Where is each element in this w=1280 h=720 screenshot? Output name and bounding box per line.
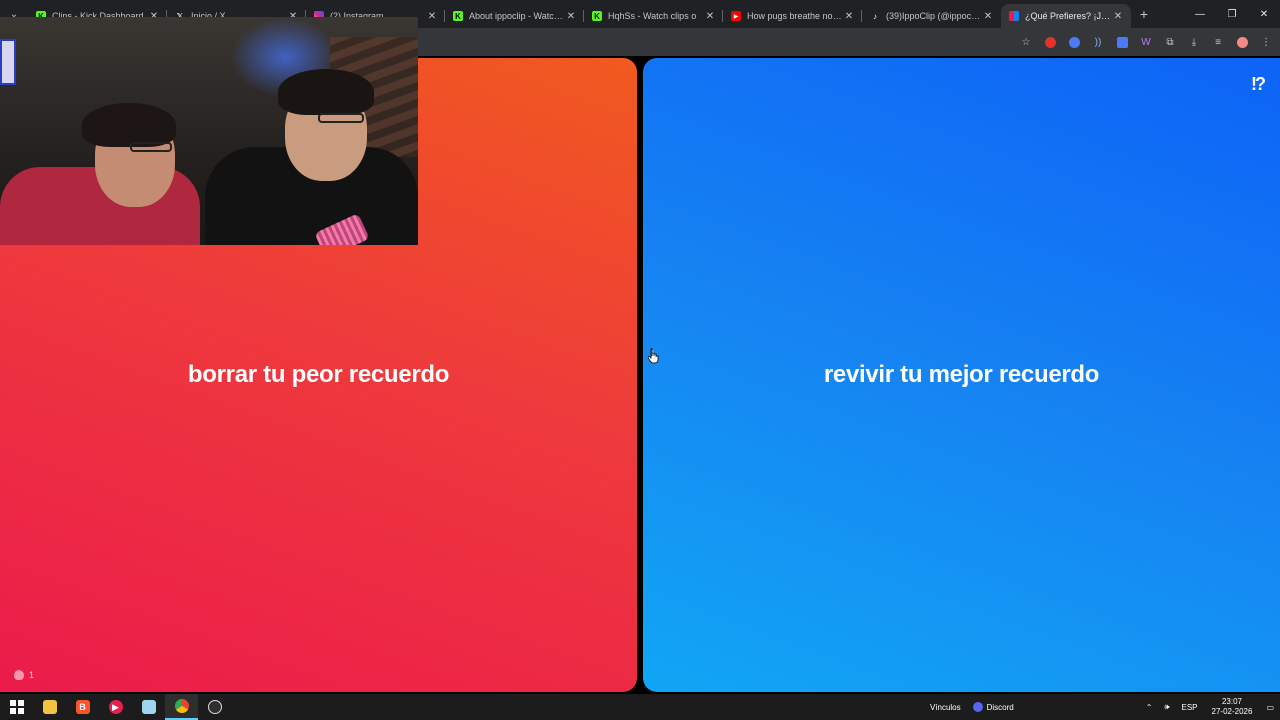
toolbar-actions: ☆ )) W ⧉ ⤓ ≡ ⋮ [1018,28,1274,56]
option-left-text: borrar tu peor recuerdo [187,361,450,388]
close-icon[interactable]: ✕ [842,11,856,22]
tab-title: (39)IppoClip (@ippoclip) [886,11,981,21]
option-right-card[interactable]: revivir tu mejor recuerdo !? [643,58,1280,692]
close-icon[interactable]: ✕ [425,11,439,22]
taskbar-clock[interactable]: 23:07 27-02-2026 [1204,697,1261,717]
site-logo[interactable]: !? [1251,74,1266,95]
translate-icon[interactable] [1114,34,1130,50]
new-tab-button[interactable]: + [1131,6,1157,22]
webcam-person-right-glasses [318,113,364,123]
windows-start-icon[interactable] [0,694,33,720]
links-toolbar[interactable]: Vínculos [924,703,967,712]
discord-label: Discord [986,702,1014,712]
close-icon[interactable]: ✕ [1111,11,1125,22]
flame-icon [14,670,24,680]
tab-title: ¿Qué Prefieres? ¡Juega en [1025,11,1111,21]
obs-studio-icon[interactable] [198,694,231,720]
tiktok-icon: ♪ [870,11,880,21]
tab-about-ippoclip[interactable]: K About ippoclip - Watch L ✕ [445,4,584,28]
kick-icon: K [592,11,602,21]
windows-taskbar: B ▶ Vínculos Discord ⌃ 🕪 ESP 23:07 27-02… [0,694,1280,720]
extension-blue-icon[interactable] [1066,34,1082,50]
restore-icon[interactable]: ❐ [1216,0,1248,28]
input-language[interactable]: ESP [1176,703,1204,712]
close-icon[interactable]: ✕ [564,11,578,22]
extension-audio-icon[interactable]: )) [1090,34,1106,50]
quepreferes-icon [1009,11,1019,21]
brave-browser-icon[interactable]: B [66,694,99,720]
like-count: 1 [29,670,35,680]
webcam-person-right-hair [278,69,374,115]
close-icon[interactable]: ✕ [703,11,717,22]
notifications-icon[interactable]: ▭ [1260,703,1280,712]
tab-title: About ippoclip - Watch L [469,11,564,21]
extensions-puzzle-icon[interactable]: ⧉ [1162,34,1178,50]
download-icon[interactable]: ⤓ [1186,34,1202,50]
file-explorer-icon[interactable] [33,694,66,720]
like-counter[interactable]: 1 [14,670,34,680]
window-controls: — ❐ ✕ [1184,0,1280,28]
clock-time: 23:07 [1221,697,1242,706]
discord-icon [972,702,983,712]
screen: ⌄ K Clips - Kick Dashboard ✕ 𝕏 Inicio / … [0,0,1280,720]
tab-que-prefieres[interactable]: ¿Qué Prefieres? ¡Juega en ✕ [1001,4,1131,28]
webcam-person-left-hair [82,103,176,147]
tray-overflow-chevron-icon[interactable]: ⌃ [1140,703,1159,712]
clock-date: 27-02-2026 [1211,707,1253,716]
notes-app-icon[interactable] [132,694,165,720]
system-tray: Vínculos Discord ⌃ 🕪 ESP 23:07 27-02-202… [924,694,1280,720]
bookmark-star-icon[interactable]: ☆ [1018,34,1034,50]
webcam-person-left-glasses [130,142,172,152]
tab-title: How pugs breathe norma [747,11,842,21]
close-icon[interactable]: ✕ [981,11,995,22]
tab-tiktok[interactable]: ♪ (39)IppoClip (@ippoclip) ✕ [862,4,1001,28]
webcam-side-widget [0,39,16,85]
volume-icon[interactable]: 🕪 [1158,702,1175,712]
hand-cursor-icon [648,348,659,364]
menu-kebab-icon[interactable]: ⋮ [1258,34,1274,50]
profile-avatar[interactable] [1234,34,1250,50]
discord-tray-item[interactable]: Discord [967,702,1020,712]
extension-red-icon[interactable] [1042,34,1058,50]
tab-youtube-pugs[interactable]: ▶ How pugs breathe norma ✕ [723,4,862,28]
media-player-icon[interactable]: ▶ [99,694,132,720]
webcam-overlay [0,17,418,245]
chrome-browser-icon[interactable] [165,694,198,720]
close-window-icon[interactable]: ✕ [1248,0,1280,28]
option-right-text: revivir tu mejor recuerdo [823,361,1100,388]
reading-list-icon[interactable]: ≡ [1210,34,1226,50]
tab-hqhss[interactable]: K HqhSs - Watch clips o ✕ [584,4,723,28]
youtube-icon: ▶ [731,11,741,21]
tab-title: HqhSs - Watch clips o [608,11,697,21]
minimize-icon[interactable]: — [1184,0,1216,28]
extension-purple-icon[interactable]: W [1138,34,1154,50]
kick-icon: K [453,11,463,21]
